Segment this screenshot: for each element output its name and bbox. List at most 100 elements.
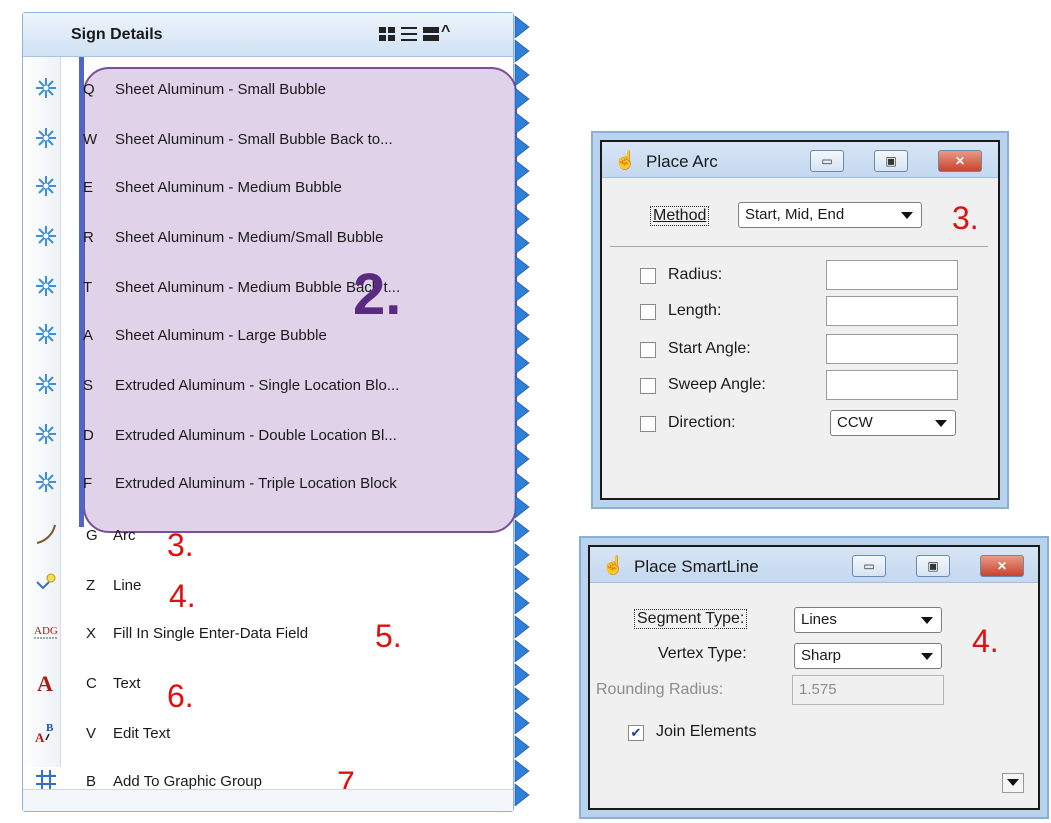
dialog-title: Place Arc xyxy=(646,152,718,171)
rounding-radius-field[interactable]: 1.575 xyxy=(792,675,944,705)
direction-checkbox[interactable] xyxy=(640,416,656,432)
annotation-6: 6. xyxy=(167,678,194,714)
collapse-icon[interactable]: ^ xyxy=(441,23,461,40)
vertex-type-dropdown[interactable]: Sharp xyxy=(794,643,942,669)
sign-details-panel: Sign Details ^ Q Sheet Aluminum - Small B… xyxy=(22,12,517,812)
chevron-right-icon xyxy=(514,255,530,279)
tool-item[interactable]: Z Line xyxy=(23,569,513,599)
hand-icon: ☝ xyxy=(602,555,625,575)
annotation-5: 5. xyxy=(375,618,402,654)
chevron-right-icon xyxy=(514,87,530,111)
tool-item[interactable]: R Sheet Aluminum - Medium/Small Bubble xyxy=(23,221,513,251)
close-button[interactable]: ✕ xyxy=(980,555,1024,577)
tool-shortcut-key: T xyxy=(83,279,93,296)
chevron-right-icon xyxy=(514,543,530,567)
chevron-right-icon xyxy=(514,159,530,183)
dialog-title: Place SmartLine xyxy=(634,557,759,576)
method-label: Method xyxy=(650,206,710,226)
method-value: Start, Mid, End xyxy=(745,206,845,223)
tool-item[interactable]: T Sheet Aluminum - Medium Bubble Back t..… xyxy=(23,271,513,301)
grid-view-icon[interactable] xyxy=(379,27,395,41)
annotation-3: 3. xyxy=(167,527,194,563)
tool-item[interactable]: A B V Edit Text xyxy=(23,717,513,747)
sweep-angle-checkbox[interactable] xyxy=(640,378,656,394)
tool-shortcut-key: V xyxy=(86,725,97,742)
svg-text:B: B xyxy=(46,722,54,734)
radius-checkbox[interactable] xyxy=(640,268,656,284)
sweep-angle-field[interactable] xyxy=(826,370,958,400)
tool-label: Extruded Aluminum - Double Location Bl..… xyxy=(115,427,397,444)
chevron-right-icon xyxy=(514,327,530,351)
chevron-down-icon xyxy=(1007,779,1019,786)
tool-label: Sheet Aluminum - Medium/Small Bubble xyxy=(115,229,384,246)
divider xyxy=(610,246,988,247)
tool-shortcut-key: A xyxy=(83,327,94,344)
tool-item[interactable]: A Sheet Aluminum - Large Bubble xyxy=(23,319,513,349)
chevron-right-icon xyxy=(514,519,530,543)
expand-button[interactable] xyxy=(1002,773,1024,793)
chevron-right-icon xyxy=(514,135,530,159)
chevron-right-icon xyxy=(514,231,530,255)
sign-cell-icon xyxy=(33,322,59,346)
place-arc-dialog: ☝ Place Arc ▭ ▣ ✕ Method Start, Mid, End… xyxy=(600,140,1000,500)
tool-item[interactable]: ADG X Fill In Single Enter-Data Field xyxy=(23,617,513,647)
radius-field[interactable] xyxy=(826,260,958,290)
tool-item[interactable]: G Arc xyxy=(23,519,513,549)
tool-shortcut-key: S xyxy=(83,377,94,394)
tool-label: Fill In Single Enter-Data Field xyxy=(113,625,309,642)
segment-type-dropdown[interactable]: Lines xyxy=(794,607,942,633)
minimize-button[interactable]: ▭ xyxy=(852,555,886,577)
start-angle-checkbox[interactable] xyxy=(640,342,656,358)
tool-item[interactable]: S Extruded Aluminum - Single Location Blo… xyxy=(23,369,513,399)
tool-shortcut-key: B xyxy=(86,773,97,790)
tool-item[interactable]: A C Text xyxy=(23,667,513,697)
detail-view-icon[interactable] xyxy=(423,27,439,41)
segment-type-label: Segment Type: xyxy=(634,609,748,629)
chevron-right-icon xyxy=(514,423,530,447)
tool-label: Line xyxy=(113,577,142,594)
list-view-icon[interactable] xyxy=(401,27,417,41)
close-button[interactable]: ✕ xyxy=(938,150,982,172)
tool-item[interactable]: E Sheet Aluminum - Medium Bubble xyxy=(23,171,513,201)
method-dropdown[interactable]: Start, Mid, End xyxy=(738,202,922,228)
start-angle-field[interactable] xyxy=(826,334,958,364)
chevron-right-icon xyxy=(514,39,530,63)
panel-bottom-scroll[interactable] xyxy=(23,789,513,811)
tool-item[interactable]: W Sheet Aluminum - Small Bubble Back to..… xyxy=(23,123,513,153)
tool-shortcut-key: E xyxy=(83,179,94,196)
chevron-right-icon xyxy=(514,447,530,471)
chevron-down-icon xyxy=(921,617,933,624)
tool-label: Extruded Aluminum - Single Location Blo.… xyxy=(115,377,400,394)
tool-item[interactable]: F Extruded Aluminum - Triple Location Blo… xyxy=(23,467,513,497)
minimize-button[interactable]: ▭ xyxy=(810,150,844,172)
svg-text:A: A xyxy=(35,730,45,744)
length-label: Length: xyxy=(668,302,722,319)
tool-shortcut-key: R xyxy=(83,229,94,246)
vertex-type-label: Vertex Type: xyxy=(658,645,747,662)
join-elements-label: Join Elements xyxy=(656,723,757,740)
svg-text:ADG: ADG xyxy=(34,625,58,637)
sign-cell-icon xyxy=(33,224,59,248)
chevron-strip xyxy=(514,15,530,807)
length-field[interactable] xyxy=(826,296,958,326)
annotation-2: 2. xyxy=(353,262,402,327)
maximize-button[interactable]: ▣ xyxy=(916,555,950,577)
tool-shortcut-key: D xyxy=(83,427,94,444)
tool-item[interactable]: Q Sheet Aluminum - Small Bubble xyxy=(23,73,513,103)
direction-dropdown[interactable]: CCW xyxy=(830,410,956,436)
text-icon: A xyxy=(33,670,59,694)
length-checkbox[interactable] xyxy=(640,304,656,320)
start-angle-label: Start Angle: xyxy=(668,340,751,357)
tool-item[interactable]: D Extruded Aluminum - Double Location Bl.… xyxy=(23,419,513,449)
chevron-right-icon xyxy=(514,399,530,423)
chevron-down-icon xyxy=(935,420,947,427)
panel-title: Sign Details xyxy=(71,26,163,43)
join-elements-checkbox[interactable]: ✔ xyxy=(628,725,644,741)
smartline-icon xyxy=(33,572,59,596)
maximize-button[interactable]: ▣ xyxy=(874,150,908,172)
chevron-right-icon xyxy=(514,279,530,303)
chevron-right-icon xyxy=(514,759,530,783)
chevron-right-icon xyxy=(514,15,530,39)
tool-shortcut-key: G xyxy=(86,527,98,544)
chevron-right-icon xyxy=(514,639,530,663)
